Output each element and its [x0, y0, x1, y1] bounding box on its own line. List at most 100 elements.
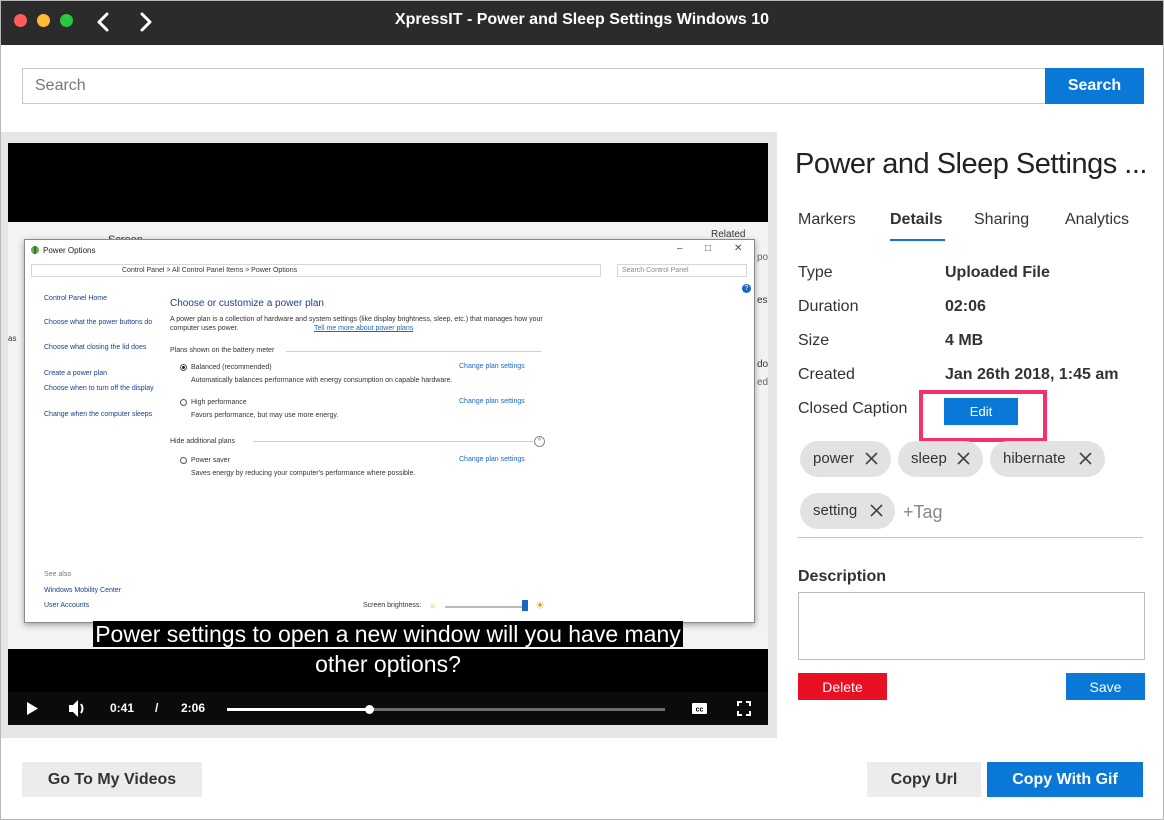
video-frame: Screen Related settin po esti dow edb as… — [8, 222, 768, 649]
size-value: 4 MB — [945, 332, 984, 349]
tab-sharing[interactable]: Sharing — [974, 211, 1029, 229]
power-options-window: Power Options – □ ✕ Control Panel > All … — [24, 239, 755, 623]
minimize-icon: – — [677, 243, 683, 254]
duration-value: 02:06 — [945, 298, 986, 315]
time-separator: / — [155, 701, 159, 715]
svg-text:cc: cc — [696, 707, 704, 714]
plan-radio — [180, 399, 187, 406]
intro-link: Tell me more about power plans — [314, 325, 414, 332]
type-label: Type — [798, 264, 833, 281]
sidebar-link: Windows Mobility Center — [44, 587, 122, 594]
plan-desc: Automatically balances performance with … — [191, 377, 453, 384]
address-bar: Control Panel > All Control Panel Items … — [31, 264, 601, 277]
title-bar: XpressIT - Power and Sleep Settings Wind… — [1, 1, 1163, 45]
bg-text: po — [757, 252, 768, 263]
plan-desc: Saves energy by reducing your computer's… — [191, 470, 416, 477]
remove-tag-icon[interactable] — [1078, 451, 1093, 466]
duration-label: Duration — [798, 298, 859, 315]
video-caption: Power settings to open a new window will… — [8, 619, 768, 679]
control-panel-search: Search Control Panel — [617, 264, 747, 277]
help-icon: ? — [742, 284, 751, 293]
change-plan-link: Change plan settings — [459, 398, 525, 405]
brightness-label: Screen brightness: — [363, 602, 422, 609]
caption-line: Power settings to open a new window will… — [93, 621, 683, 647]
power-options-title: Power Options — [43, 246, 96, 255]
tag-label: setting — [813, 502, 858, 519]
type-value: Uploaded File — [945, 264, 1050, 281]
bg-text: edb — [757, 377, 768, 388]
description-label: Description — [798, 568, 887, 585]
tag-label: hibernate — [1003, 450, 1066, 467]
closed-caption-icon[interactable]: cc — [691, 692, 708, 725]
seek-buffered — [369, 708, 665, 711]
bg-text: as — [8, 334, 17, 343]
see-also-label: See also — [44, 571, 72, 578]
change-plan-link: Change plan settings — [459, 363, 525, 370]
sidebar-link: Choose what closing the lid does — [44, 344, 147, 351]
caption-line: other options? — [313, 651, 463, 677]
plan-radio — [180, 457, 187, 464]
plan-desc: Favors performance, but may use more ene… — [191, 412, 339, 419]
seek-handle[interactable] — [365, 705, 374, 714]
sidebar-link: Create a power plan — [44, 370, 108, 377]
tag-chip: setting — [800, 493, 895, 529]
video-player[interactable]: Screen Related settin po esti dow edb as… — [8, 143, 768, 725]
sidebar-link: Choose what the power buttons do — [44, 319, 153, 326]
plan-radio — [180, 364, 187, 371]
tab-details[interactable]: Details — [890, 211, 942, 229]
change-plan-link: Change plan settings — [459, 456, 525, 463]
add-tag-input[interactable] — [903, 498, 1133, 526]
sidebar-link: Change when the computer sleeps — [44, 411, 153, 418]
tag-label: power — [813, 450, 854, 467]
size-label: Size — [798, 332, 830, 349]
created-value: Jan 26th 2018, 1:45 am — [945, 366, 1119, 383]
seek-played — [227, 708, 369, 711]
brightness-slider — [445, 606, 525, 608]
power-options-icon — [31, 246, 39, 254]
seek-bar[interactable] — [227, 705, 665, 714]
video-title: Power and Sleep Settings ... — [795, 148, 1145, 180]
tag-label: sleep — [911, 450, 947, 467]
tag-chip: hibernate — [990, 441, 1105, 477]
brightness-thumb — [522, 600, 528, 611]
fullscreen-icon[interactable] — [737, 692, 751, 725]
search-button[interactable]: Search — [1045, 68, 1144, 104]
sidebar-link: Choose when to turn off the display — [44, 385, 154, 392]
close-icon: ✕ — [734, 243, 743, 254]
video-controls: 0:41 / 2:06 cc — [8, 692, 768, 725]
maximize-icon: □ — [705, 243, 712, 254]
bg-text: dow — [757, 359, 768, 370]
sidebar-link: Control Panel Home — [44, 295, 108, 302]
created-label: Created — [798, 366, 855, 383]
closed-caption-label: Closed Caption — [798, 400, 908, 417]
tab-analytics[interactable]: Analytics — [1065, 211, 1129, 229]
tags-divider — [798, 537, 1143, 538]
save-button[interactable]: Save — [1066, 673, 1145, 700]
edit-caption-button[interactable]: Edit — [944, 398, 1018, 425]
bg-text: esti — [757, 295, 768, 306]
sun-small-icon: ☼ — [429, 601, 437, 610]
play-icon[interactable] — [25, 692, 39, 725]
remove-tag-icon[interactable] — [869, 503, 884, 518]
tag-chip: sleep — [898, 441, 983, 477]
copy-with-gif-button[interactable]: Copy With Gif — [987, 762, 1143, 797]
window-title: XpressIT - Power and Sleep Settings Wind… — [394, 11, 770, 28]
volume-icon[interactable] — [67, 692, 87, 725]
tag-chip: power — [800, 441, 891, 477]
tab-markers[interactable]: Markers — [798, 211, 856, 229]
description-field[interactable] — [798, 592, 1145, 660]
delete-button[interactable]: Delete — [798, 673, 887, 700]
collapse-icon: ^ — [534, 436, 545, 447]
app-window: XpressIT - Power and Sleep Settings Wind… — [0, 0, 1164, 820]
remove-tag-icon[interactable] — [956, 451, 971, 466]
sidebar-link: User Accounts — [44, 602, 90, 609]
remove-tag-icon[interactable] — [864, 451, 879, 466]
power-plan-heading: Choose or customize a power plan — [170, 298, 324, 309]
sun-large-icon: ☀ — [535, 600, 545, 612]
go-to-my-videos-button[interactable]: Go To My Videos — [22, 762, 202, 797]
active-tab-indicator — [890, 239, 945, 241]
current-time: 0:41 — [110, 701, 135, 715]
search-input[interactable] — [22, 68, 1046, 104]
copy-url-button[interactable]: Copy Url — [867, 762, 981, 797]
duration-time: 2:06 — [181, 701, 206, 715]
